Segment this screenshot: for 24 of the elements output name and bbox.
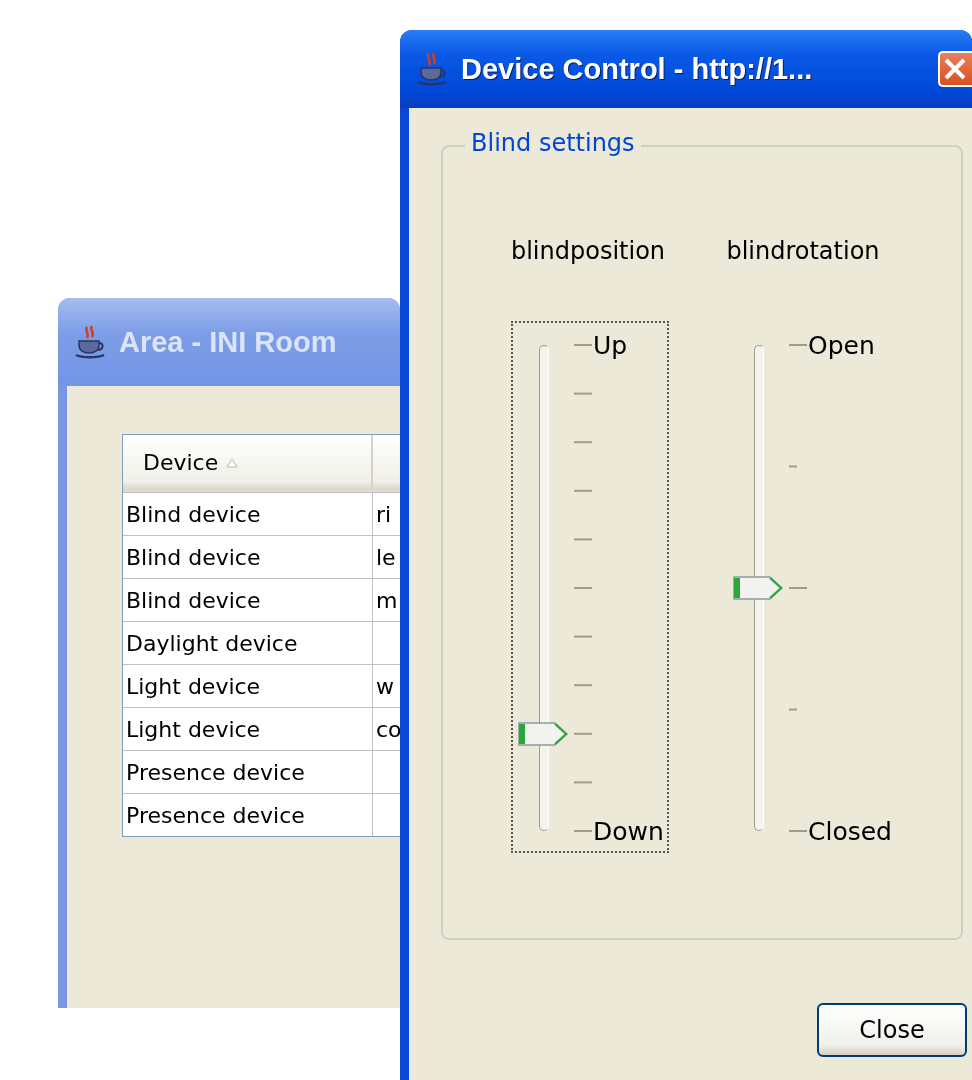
slider-min-label: Down bbox=[593, 818, 664, 844]
slider-max-label: Open bbox=[808, 332, 875, 358]
column-header[interactable]: Device bbox=[123, 435, 373, 490]
table-cell: Daylight device bbox=[123, 622, 373, 664]
table-cell: Light device bbox=[123, 708, 373, 750]
table-cell: Presence device bbox=[123, 751, 373, 793]
slider-min-label: Closed bbox=[808, 818, 892, 844]
table-cell: Blind device bbox=[123, 493, 373, 535]
slider-label: blindrotation bbox=[726, 237, 880, 265]
slider-label: blindposition bbox=[510, 237, 666, 265]
table-cell: Light device bbox=[123, 665, 373, 707]
table-cell: Presence device bbox=[123, 794, 373, 836]
vertical-slider[interactable]: Up Down bbox=[511, 321, 669, 853]
column-header-label: Device bbox=[143, 450, 219, 475]
slider-max-label: Up bbox=[593, 332, 628, 358]
table-cell: Blind device bbox=[123, 536, 373, 578]
close-icon[interactable] bbox=[938, 51, 972, 87]
table-cell: Blind device bbox=[123, 579, 373, 621]
slider-thumb[interactable] bbox=[517, 720, 569, 747]
close-button[interactable]: Close bbox=[817, 1003, 967, 1057]
group-title: Blind settings bbox=[465, 129, 641, 157]
window-title: Area - INI Room bbox=[119, 325, 337, 359]
window-title: Device Control - http://1... bbox=[461, 52, 813, 86]
slider-thumb[interactable] bbox=[732, 575, 784, 601]
